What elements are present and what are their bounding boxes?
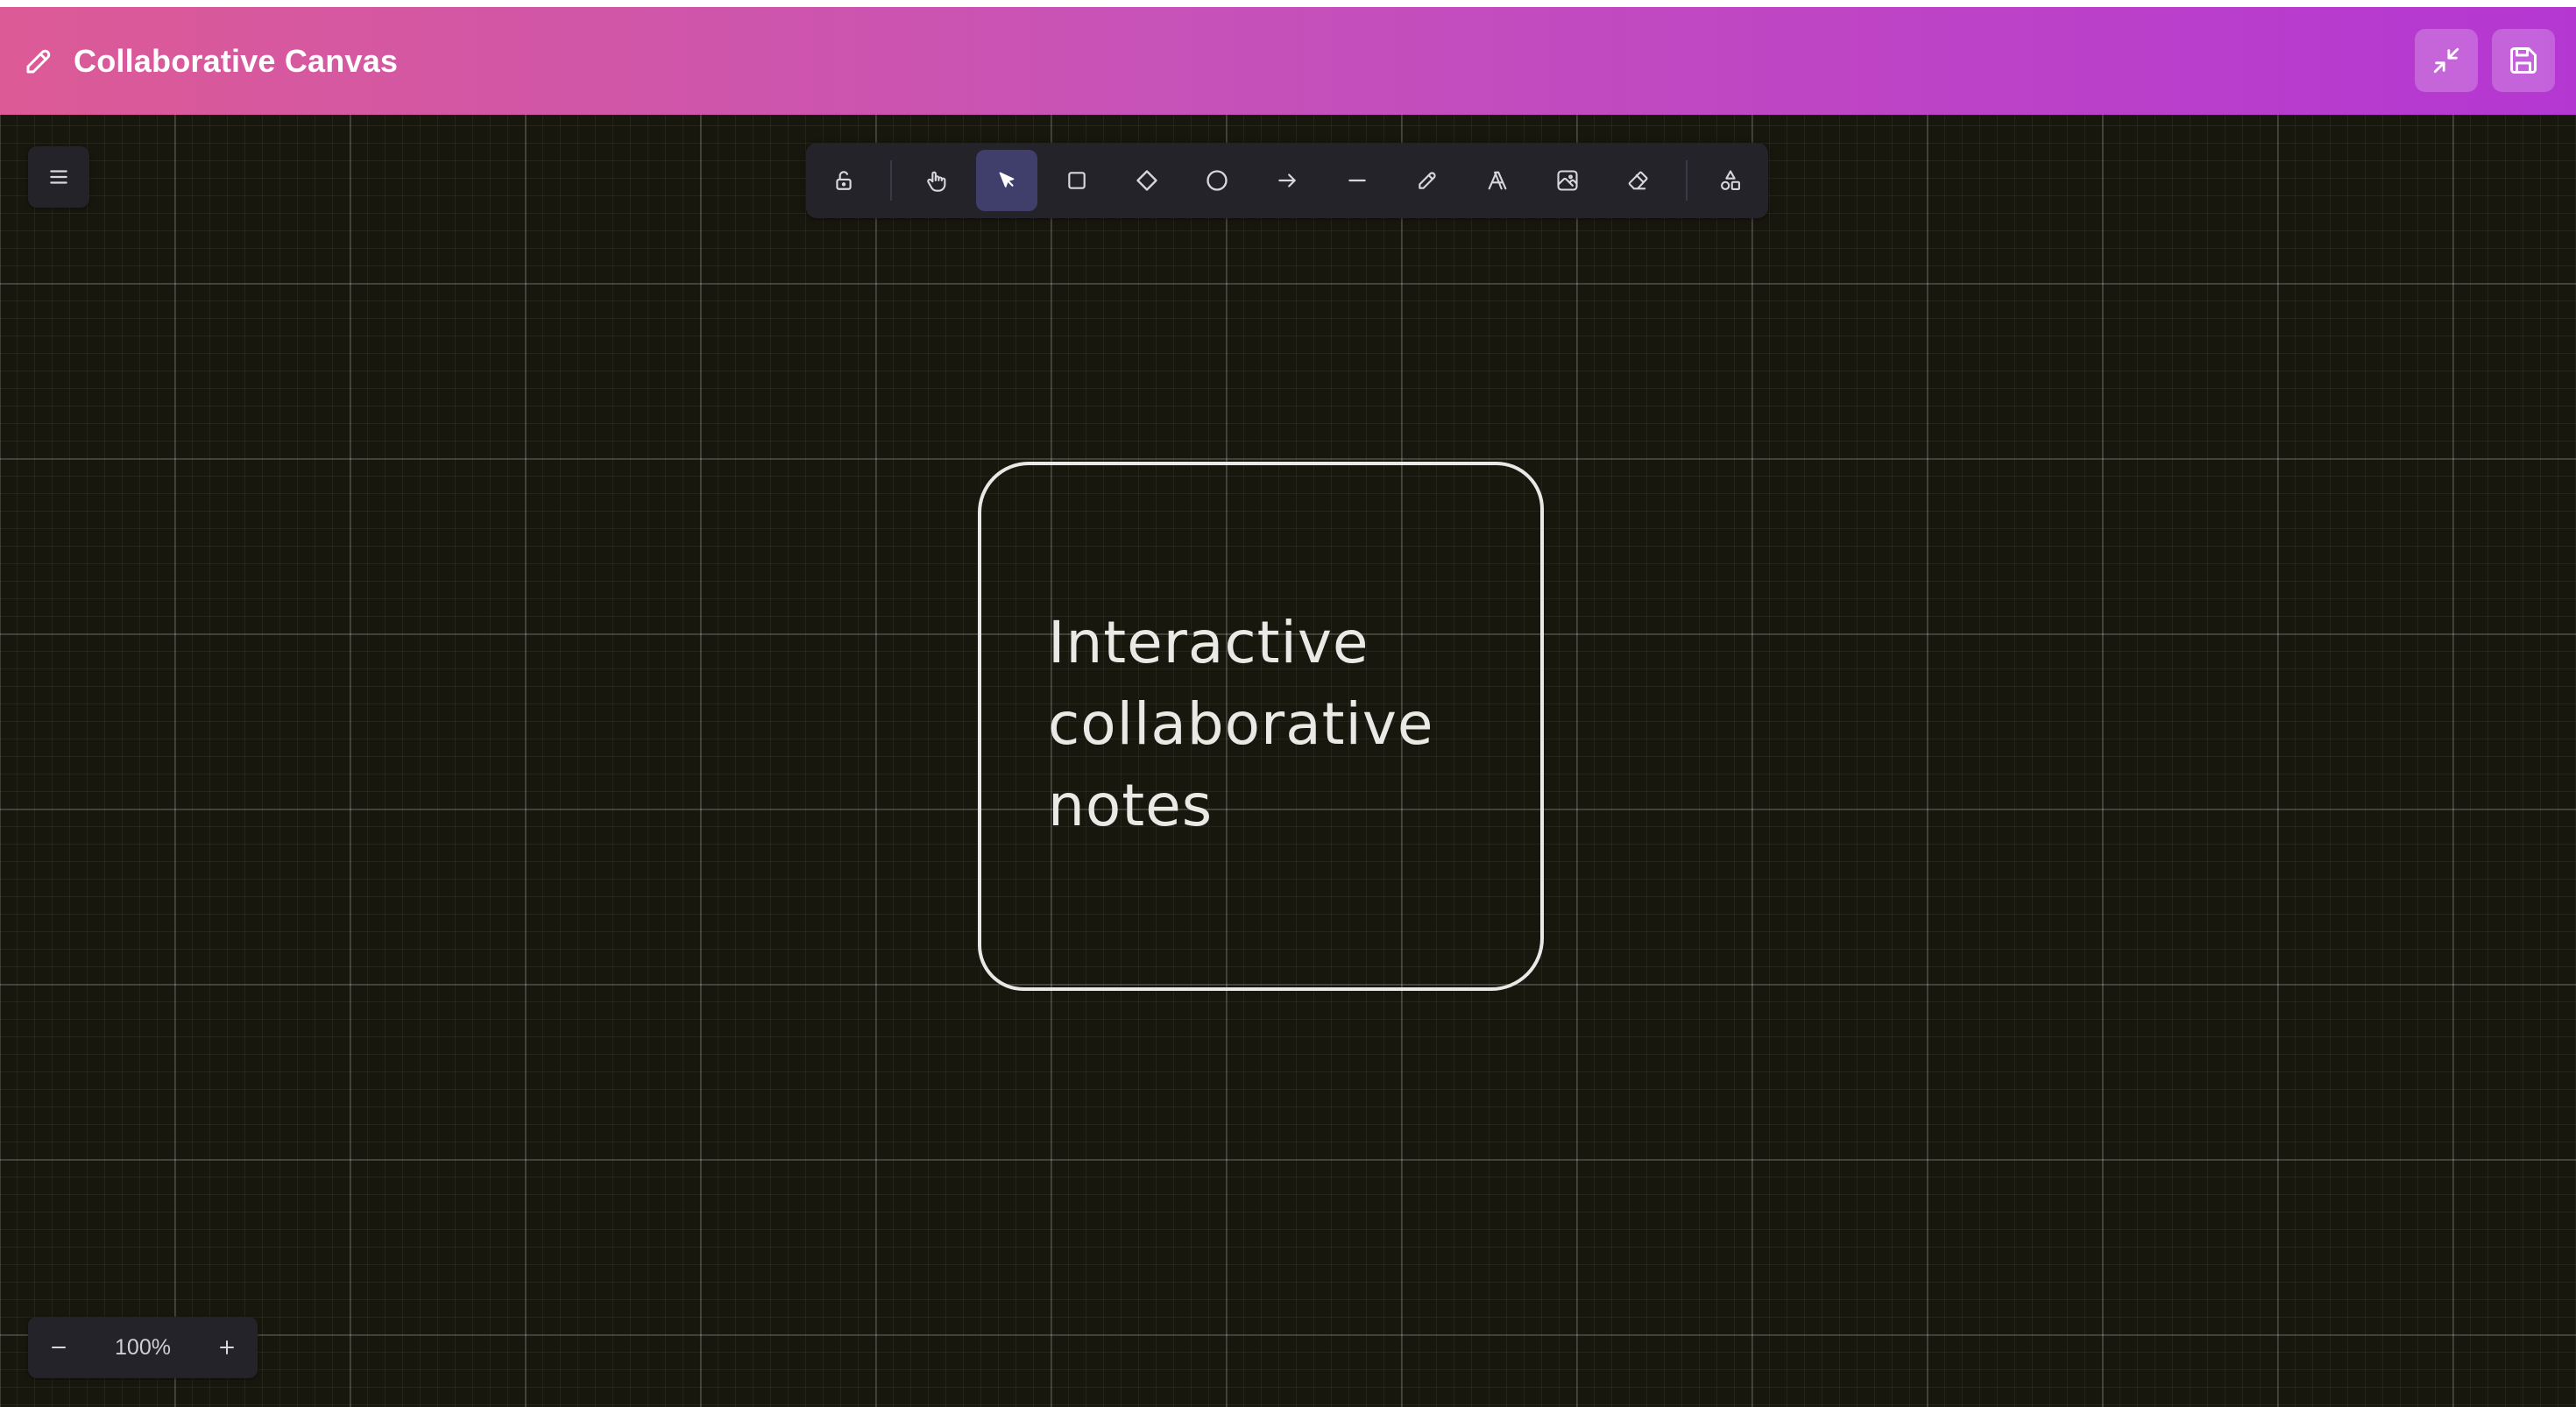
circle-icon	[1205, 168, 1229, 193]
tool-line[interactable]	[1327, 150, 1388, 211]
header-bar: Collaborative Canvas	[0, 7, 2576, 115]
tool-select[interactable]	[976, 150, 1037, 211]
text-icon	[1485, 168, 1510, 193]
save-button[interactable]	[2492, 29, 2555, 92]
tool-lock[interactable]	[813, 150, 874, 211]
line-icon	[1346, 169, 1369, 192]
zoom-in-button[interactable]	[196, 1317, 258, 1378]
arrow-right-icon	[1276, 169, 1299, 192]
minus-icon	[48, 1337, 69, 1358]
toolbar-divider	[890, 160, 892, 201]
minimize-button[interactable]	[2415, 29, 2478, 92]
note-text[interactable]: Interactive collaborative notes	[1048, 602, 1521, 846]
tool-rectangle[interactable]	[1046, 150, 1108, 211]
zoom-controls: 100%	[28, 1317, 258, 1378]
plus-icon	[216, 1337, 237, 1358]
save-icon	[2508, 45, 2539, 76]
lock-open-icon	[832, 169, 855, 192]
header-title-group: Collaborative Canvas	[23, 7, 398, 115]
tool-library[interactable]	[1700, 150, 1761, 211]
main-menu-button[interactable]	[28, 146, 89, 208]
app-window: Collaborative Canvas Interactive collabo…	[0, 7, 2576, 1407]
minimize-icon	[2431, 46, 2461, 75]
pointer-icon	[995, 169, 1018, 192]
pencil-icon	[1416, 169, 1439, 192]
tool-image[interactable]	[1537, 150, 1598, 211]
hamburger-menu-icon	[47, 166, 70, 188]
toolbar-divider	[1686, 160, 1688, 201]
tool-diamond[interactable]	[1116, 150, 1178, 211]
tools-toolbar	[806, 143, 1768, 218]
page-title: Collaborative Canvas	[74, 42, 399, 79]
zoom-level[interactable]: 100%	[89, 1317, 196, 1378]
hand-icon	[924, 168, 949, 193]
tool-ellipse[interactable]	[1186, 150, 1248, 211]
tool-hand[interactable]	[906, 150, 967, 211]
image-icon	[1555, 168, 1580, 193]
tool-text[interactable]	[1467, 150, 1528, 211]
drawing-canvas[interactable]: Interactive collaborative notes 100%	[0, 115, 2576, 1407]
rectangle-icon	[1065, 169, 1088, 192]
tool-draw[interactable]	[1397, 150, 1458, 211]
diamond-icon	[1135, 168, 1159, 193]
zoom-out-button[interactable]	[28, 1317, 89, 1378]
tool-arrow[interactable]	[1256, 150, 1318, 211]
tool-eraser[interactable]	[1607, 150, 1668, 211]
eraser-icon	[1625, 168, 1650, 193]
shapes-icon	[1718, 168, 1743, 193]
pencil-icon	[23, 46, 54, 77]
